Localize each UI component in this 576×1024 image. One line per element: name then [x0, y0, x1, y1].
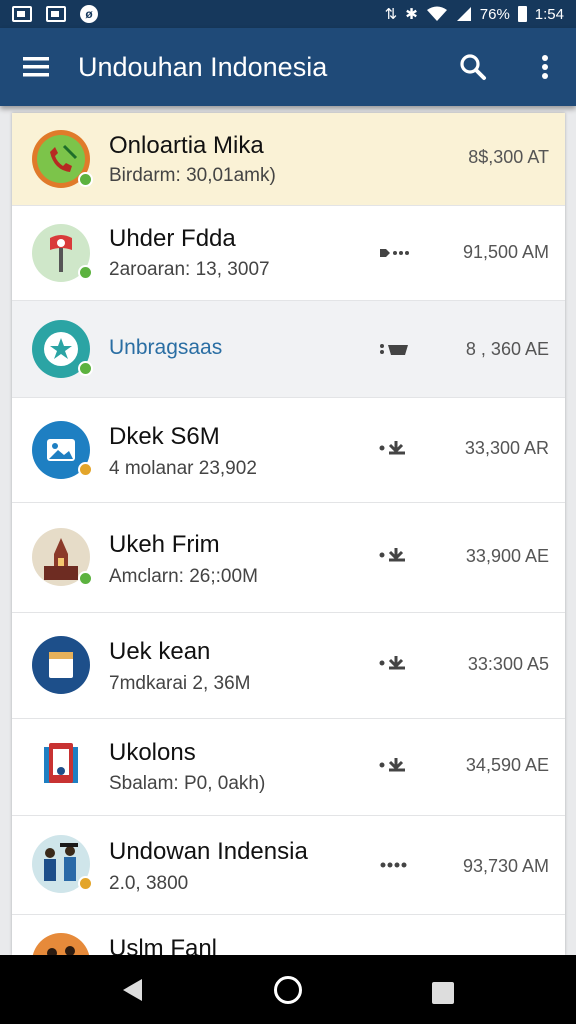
app-bar: Undouhan Indonesia — [0, 28, 576, 106]
list-item[interactable]: Ukeh Frim Amclarn: 26;:00M 33,900 AE — [12, 503, 565, 613]
back-icon[interactable] — [120, 977, 146, 1003]
item-name: Uek kean — [109, 638, 211, 665]
download-dots-icon[interactable] — [378, 546, 410, 564]
list-item[interactable]: Onloartia Mika Birdarm: 30,01amk) 8$,300… — [12, 113, 565, 206]
item-subtitle: Amclarn: 26;:00M — [109, 566, 258, 587]
item-subtitle: 7mdkarai 2, 36M — [109, 673, 251, 694]
overflow-menu-button[interactable] — [522, 44, 568, 90]
download-dots-icon[interactable] — [378, 756, 410, 774]
item-subtitle: 2aroaran: 13, 3007 — [109, 259, 270, 280]
download-badge-icon — [78, 172, 93, 187]
item-name: Undowan Indensia — [109, 838, 308, 865]
list-item[interactable]: Dkek S6M 4 molanar 23,902 33,300 AR — [12, 398, 565, 503]
avatar — [32, 636, 90, 694]
list-item[interactable]: Uhder Fdda 2aroaran: 13, 3007 91,500 AM — [12, 206, 565, 301]
wifi-icon — [426, 6, 447, 21]
item-subtitle: Sbalam: P0, 0akh) — [109, 773, 266, 794]
battery-icon — [517, 6, 527, 22]
download-badge-icon — [78, 571, 93, 586]
download-badge-icon — [78, 462, 93, 477]
item-name: Uslm Fanl — [109, 935, 218, 955]
item-time: 91,500 AM — [462, 242, 549, 262]
signal-icon — [456, 7, 471, 21]
item-name: Uhder Fdda — [109, 225, 236, 252]
menu-button[interactable] — [0, 28, 72, 106]
search-button[interactable] — [450, 44, 496, 90]
download-dots-icon[interactable] — [378, 340, 410, 358]
item-time: 8 , 360 AE — [465, 339, 549, 359]
item-time: 8$,300 AT — [468, 147, 549, 167]
download-badge-icon — [78, 265, 93, 280]
more-dots-icon[interactable] — [378, 856, 410, 874]
item-subtitle: Birdarm: 30,01amk) — [109, 165, 276, 186]
item-time: 33,900 AE — [465, 546, 549, 566]
status-bar: ø ⇅ ✱ 76% 1:54 — [0, 0, 576, 28]
item-time: 33:300 A5 — [467, 654, 549, 674]
clock: 1:54 — [534, 5, 564, 23]
download-list: Onloartia Mika Birdarm: 30,01amk) 8$,300… — [12, 113, 565, 955]
box-icon — [49, 652, 73, 678]
list-item[interactable]: Uek kean 7mdkarai 2, 36M 33:300 A5 — [12, 613, 565, 719]
download-badge-icon — [78, 876, 93, 891]
forward-dots-icon[interactable] — [378, 244, 410, 262]
item-time: 93,730 AM — [462, 856, 549, 876]
item-name: Dkek S6M — [109, 423, 220, 450]
people-icon — [47, 946, 75, 955]
data-icon: ⇅ — [384, 6, 398, 23]
battery-percent: 76% — [479, 5, 510, 23]
download-badge-icon — [78, 361, 93, 376]
download-dots-icon[interactable] — [378, 439, 410, 457]
home-icon[interactable] — [274, 976, 302, 1004]
item-name: Ukeh Frim — [109, 531, 220, 558]
item-name: Onloartia Mika — [109, 132, 264, 159]
notification-icon — [46, 6, 66, 22]
search-icon — [460, 54, 486, 80]
list-item[interactable]: Ukolons Sbalam: P0, 0akh) 34,590 AE — [12, 719, 565, 816]
download-dots-icon[interactable] — [378, 654, 410, 672]
avatar — [32, 735, 90, 793]
list-item[interactable]: Uslm Fanl — [12, 915, 565, 955]
recents-icon[interactable] — [432, 982, 454, 1004]
hamburger-icon — [23, 57, 49, 77]
item-name: Unbragsaas — [109, 336, 223, 359]
screenshot-icon — [12, 6, 32, 22]
avatar — [32, 933, 90, 955]
item-name: Ukolons — [109, 739, 196, 766]
bluetooth-icon: ✱ — [405, 6, 418, 23]
item-time: 33,300 AR — [464, 438, 549, 458]
list-item[interactable]: Undowan Indensia 2.0, 3800 93,730 AM — [12, 816, 565, 915]
list-item[interactable]: Unbragsaas 8 , 360 AE — [12, 301, 565, 398]
item-time: 34,590 AE — [465, 755, 549, 775]
app-notification-icon: ø — [80, 5, 98, 23]
item-subtitle: 2.0, 3800 — [109, 873, 189, 894]
more-vert-icon — [542, 55, 548, 79]
page-title: Undouhan Indonesia — [78, 51, 328, 82]
item-subtitle: 4 molanar 23,902 — [109, 458, 257, 479]
book-icon — [44, 743, 78, 783]
